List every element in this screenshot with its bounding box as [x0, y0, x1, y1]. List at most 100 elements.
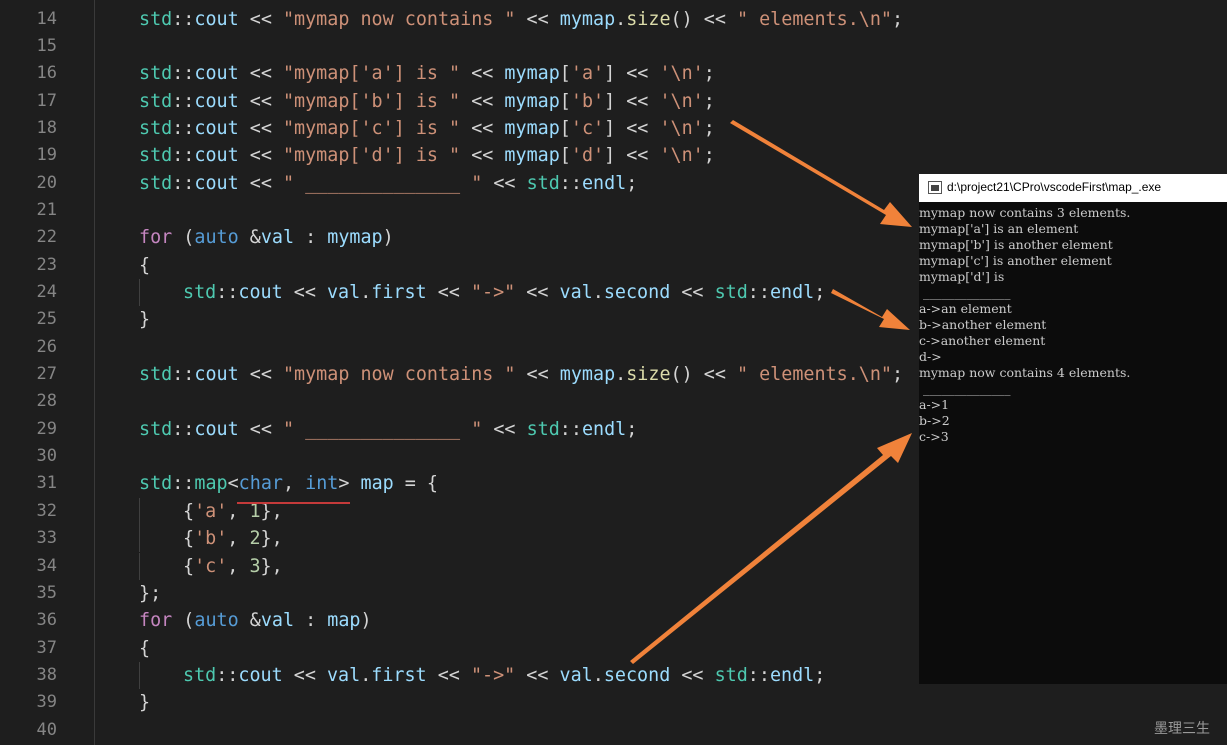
- code-token: <<: [460, 117, 505, 139]
- code-token: [: [559, 117, 571, 139]
- code-token: .: [615, 364, 627, 386]
- code-token: <<: [238, 90, 283, 112]
- console-title: d:\project21\CPro\vscodeFirst\map_.exe: [947, 180, 1162, 194]
- code-token: mymap: [504, 145, 560, 167]
- code-token: " ______________ ": [282, 172, 483, 194]
- code-token: std: [714, 664, 748, 686]
- line-number: 40: [36, 719, 57, 740]
- code-token: <<: [482, 418, 527, 440]
- code-token: <: [227, 473, 239, 495]
- code-line[interactable]: 18 std::cout << "mymap['c'] is " << mymap…: [0, 115, 1227, 142]
- code-token: {: [183, 528, 195, 550]
- code-token: {: [183, 500, 195, 522]
- code-token: std: [139, 8, 173, 30]
- code-token: " elements.\n": [736, 364, 892, 386]
- code-token: ): [382, 227, 394, 249]
- code-token: "mymap['b'] is ": [282, 90, 461, 112]
- code-token: ::: [559, 418, 582, 440]
- code-token: cout: [194, 8, 239, 30]
- code-line[interactable]: 15: [0, 33, 1227, 60]
- code-token: = {: [393, 473, 439, 495]
- code-token: val: [559, 664, 593, 686]
- code-token: ::: [172, 117, 195, 139]
- line-number: 34: [36, 555, 57, 576]
- code-token: "mymap['a'] is ": [282, 63, 461, 85]
- code-token: <<: [460, 63, 505, 85]
- code-token: auto: [194, 227, 239, 249]
- code-token: ): [360, 610, 372, 632]
- code-token: '\n': [659, 63, 704, 85]
- code-token: mymap: [327, 227, 383, 249]
- code-token: endl: [581, 418, 627, 440]
- code-token: int: [305, 473, 339, 495]
- code-token: cout: [238, 282, 283, 303]
- code-token: <<: [238, 418, 283, 440]
- code-token: mymap: [504, 90, 560, 112]
- console-window[interactable]: d:\project21\CPro\vscodeFirst\map_.exe m…: [919, 174, 1227, 684]
- code-token: ] <<: [604, 117, 660, 139]
- code-token: std: [139, 117, 173, 139]
- code-token: val: [326, 664, 361, 686]
- code-text: std::map<char, int> map = {: [139, 470, 438, 497]
- code-token: <<: [238, 145, 283, 167]
- code-token: 3: [249, 555, 261, 577]
- code-line[interactable]: 40: [0, 717, 1227, 744]
- code-token: map: [327, 610, 361, 632]
- code-token: 'c': [194, 555, 228, 577]
- code-token: 'a': [570, 63, 605, 85]
- code-line[interactable]: 39}: [0, 689, 1227, 716]
- code-text: }: [139, 689, 150, 716]
- code-token: cout: [194, 418, 239, 440]
- code-token: (: [172, 610, 195, 632]
- line-number: 17: [36, 90, 57, 111]
- code-token: endl: [581, 172, 627, 194]
- code-text: std::cout << "mymap['c'] is " << mymap['…: [139, 115, 715, 142]
- code-line[interactable]: 14 std::cout << "mymap now contains " << …: [0, 6, 1227, 33]
- code-token: <<: [238, 63, 283, 85]
- console-titlebar[interactable]: d:\project21\CPro\vscodeFirst\map_.exe: [919, 174, 1227, 202]
- code-token: <<: [282, 282, 327, 303]
- line-number: 21: [36, 199, 57, 220]
- console-line: mymap['d'] is: [919, 269, 1005, 284]
- code-token: .: [360, 282, 372, 303]
- code-text: std::cout << "mymap now contains " << my…: [139, 361, 903, 388]
- code-token: 2: [249, 528, 261, 550]
- code-text: }: [139, 306, 150, 333]
- code-token: 'b': [570, 90, 605, 112]
- code-token: val: [559, 282, 593, 303]
- code-token: () <<: [670, 8, 737, 30]
- code-token: "->": [470, 664, 516, 686]
- code-token: std: [139, 172, 173, 194]
- code-token: {: [183, 555, 195, 577]
- indent-guide: [139, 661, 140, 689]
- code-token: ::: [172, 90, 195, 112]
- code-token: 'd': [570, 145, 605, 167]
- code-token: ] <<: [604, 145, 660, 167]
- code-text: std::cout << "mymap['a'] is " << mymap['…: [139, 60, 715, 87]
- code-token: cout: [194, 172, 239, 194]
- code-token: "->": [470, 282, 516, 303]
- code-token: mymap: [504, 63, 560, 85]
- line-number: 28: [36, 391, 57, 412]
- code-token: ] <<: [604, 63, 660, 85]
- code-line[interactable]: 16 std::cout << "mymap['a'] is " << mymap…: [0, 60, 1227, 87]
- code-token: std: [139, 63, 173, 85]
- code-line[interactable]: 17 std::cout << "mymap['b'] is " << mymap…: [0, 88, 1227, 115]
- console-line: mymap now contains 4 elements.: [919, 365, 1131, 380]
- code-token: val: [260, 610, 295, 632]
- code-token: };: [139, 582, 162, 604]
- line-number: 33: [36, 528, 57, 549]
- indent-guide: [139, 525, 140, 553]
- code-token: [: [559, 145, 571, 167]
- code-token: {: [139, 254, 151, 276]
- console-line: d->: [919, 349, 942, 364]
- code-token: <<: [515, 8, 560, 30]
- code-token: std: [526, 172, 560, 194]
- code-token: map: [360, 473, 394, 495]
- code-token: ::: [172, 8, 195, 30]
- code-token: auto: [194, 610, 239, 632]
- console-line: a->an element: [919, 301, 1012, 316]
- code-line[interactable]: 19 std::cout << "mymap['d'] is " << mymap…: [0, 142, 1227, 169]
- code-token: mymap: [504, 117, 560, 139]
- code-token: ,: [282, 473, 306, 495]
